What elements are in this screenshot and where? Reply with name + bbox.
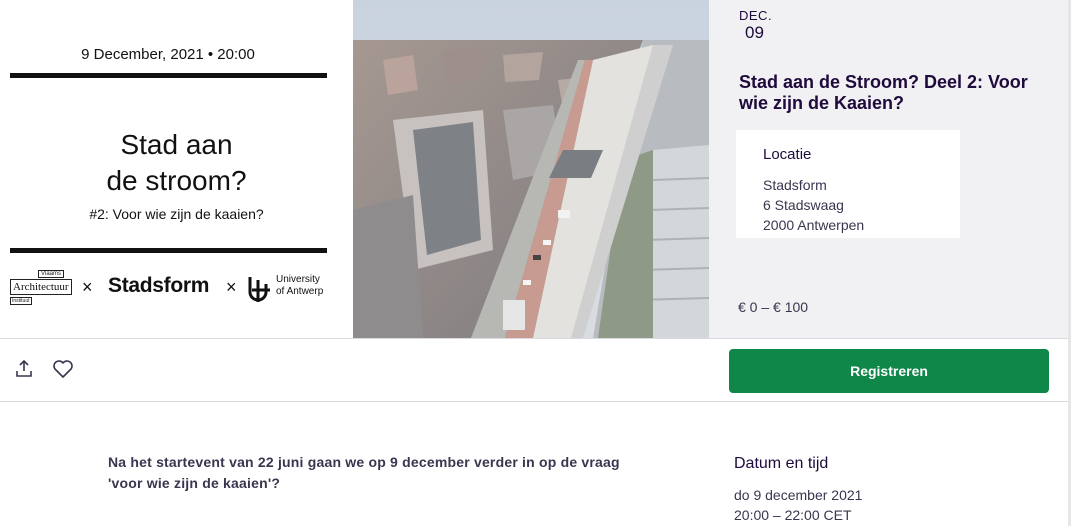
event-date: do 9 december 2021 [734,487,863,503]
location-card: Locatie Stadsform 6 Stadswaag 2000 Antwe… [736,130,960,238]
event-month: DEC. [739,8,773,23]
stadsform-logo: Stadsform [108,274,210,297]
register-button[interactable]: Registreren [729,349,1049,393]
ua-line-1: University [276,274,320,285]
poster-date: 9 December, 2021 • 20:00 [81,46,255,63]
event-summary: Na het startevent van 22 juni gaan we op… [108,454,620,491]
poster-title-line-1: Stad aan [120,129,233,160]
vai-logo-main: Architectuur [10,279,72,295]
price-range: € 0 – € 100 [738,299,809,315]
poster-divider-bottom [10,248,327,253]
poster-subtitle: #2: Voor wie zijn de kaaien? [89,206,264,222]
poster-divider-top [10,73,327,78]
university-antwerp-icon [248,277,270,302]
location-street: 6 Stadswaag [763,197,844,213]
ua-line-2: of Antwerp [276,286,324,297]
event-hero: 9 December, 2021 • 20:00 Stad aan de str… [0,0,1071,338]
action-bar: Registreren [0,338,1071,402]
heart-icon[interactable] [52,359,74,379]
aerial-quay-photo [353,0,709,338]
event-poster: 9 December, 2021 • 20:00 Stad aan de str… [0,0,353,338]
logo-separator: × [82,277,93,297]
location-venue: Stadsform [763,177,827,193]
poster-title-line-2: de stroom? [106,165,247,196]
university-antwerp-text: University of Antwerp [276,274,323,298]
partner-logos: Vlaams Architectuur Instituut × Stadsfor… [10,268,340,308]
event-day: 09 [745,23,764,42]
location-city: 2000 Antwerpen [763,217,865,233]
datetime-heading: Datum en tijd [734,455,829,472]
vai-logo-bottom: Instituut [10,297,32,305]
vai-logo: Vlaams Architectuur Instituut [10,270,78,305]
location-label: Locatie [763,146,812,163]
event-time: 20:00 – 22:00 CET [734,507,852,523]
logo-separator: × [226,277,237,297]
poster-title: Stad aan de stroom? [0,127,353,199]
event-info-panel: DEC. 09 Stad aan de Stroom? Deel 2: Voor… [709,0,1071,338]
vai-logo-top: Vlaams [38,270,65,278]
share-icon[interactable] [14,359,34,379]
event-title: Stad aan de Stroom? Deel 2: Voor wie zij… [739,72,1028,113]
